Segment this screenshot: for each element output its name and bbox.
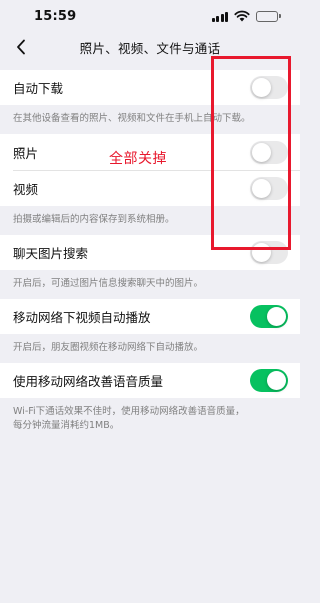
annotation-text: 全部关掉 <box>109 151 167 167</box>
autoplay-description: 开启后，朋友圈视频在移动网络下自动播放。 <box>13 342 204 353</box>
auto-download-row: 自动下载 <box>0 70 300 105</box>
image-search-toggle[interactable] <box>250 241 288 264</box>
call-quality-group: 使用移动网络改善语音质量 <box>0 363 300 398</box>
back-button[interactable] <box>10 36 32 58</box>
status-icons <box>211 10 281 22</box>
autoplay-group: 移动网络下视频自动播放 <box>0 299 300 334</box>
autoplay-label: 移动网络下视频自动播放 <box>13 310 151 325</box>
save-video-toggle[interactable] <box>250 176 288 200</box>
auto-download-toggle[interactable] <box>250 76 288 99</box>
auto-download-label: 自动下载 <box>13 81 64 96</box>
chevron-left-icon <box>17 39 25 55</box>
save-photo-toggle[interactable] <box>250 140 288 164</box>
call-quality-description-line1: Wi-Fi下通话效果不佳时，使用移动网络改善语音质量， <box>13 406 245 417</box>
cellular-signal-icon <box>211 11 228 22</box>
autoplay-row: 移动网络下视频自动播放 <box>0 299 300 334</box>
wifi-icon <box>234 10 250 22</box>
save-to-album-description: 拍摄或编辑后的内容保存到系统相册。 <box>13 214 175 225</box>
call-quality-toggle[interactable] <box>250 369 288 392</box>
status-time: 15:59 <box>34 9 77 24</box>
save-video-row: 视频 <box>0 170 300 206</box>
image-search-group: 聊天图片搜索 <box>0 235 300 270</box>
image-search-label: 聊天图片搜索 <box>13 246 89 261</box>
battery-icon <box>256 10 281 22</box>
auto-download-description: 在其他设备查看的照片、视频和文件在手机上自动下载。 <box>13 113 251 124</box>
image-search-description: 开启后，可通过图片信息搜索聊天中的图片。 <box>13 278 204 289</box>
autoplay-toggle[interactable] <box>250 305 288 328</box>
call-quality-row: 使用移动网络改善语音质量 <box>0 363 300 398</box>
image-search-row: 聊天图片搜索 <box>0 235 300 270</box>
call-quality-description-line2: 每分钟流量消耗约1MB。 <box>13 420 120 431</box>
status-bar: 15:59 <box>0 0 300 32</box>
page-title: 照片、视频、文件与通话 <box>79 40 221 56</box>
save-video-label: 视频 <box>13 181 39 197</box>
auto-download-group: 自动下载 <box>0 70 300 105</box>
call-quality-description: Wi-Fi下通话效果不佳时，使用移动网络改善语音质量， 每分钟流量消耗约1MB。 <box>0 398 300 441</box>
navigation-bar: 照片、视频、文件与通话 <box>0 32 300 62</box>
call-quality-label: 使用移动网络改善语音质量 <box>13 374 164 389</box>
save-to-album-group: 照片 视频 <box>0 134 300 206</box>
save-photo-label: 照片 <box>13 145 39 161</box>
